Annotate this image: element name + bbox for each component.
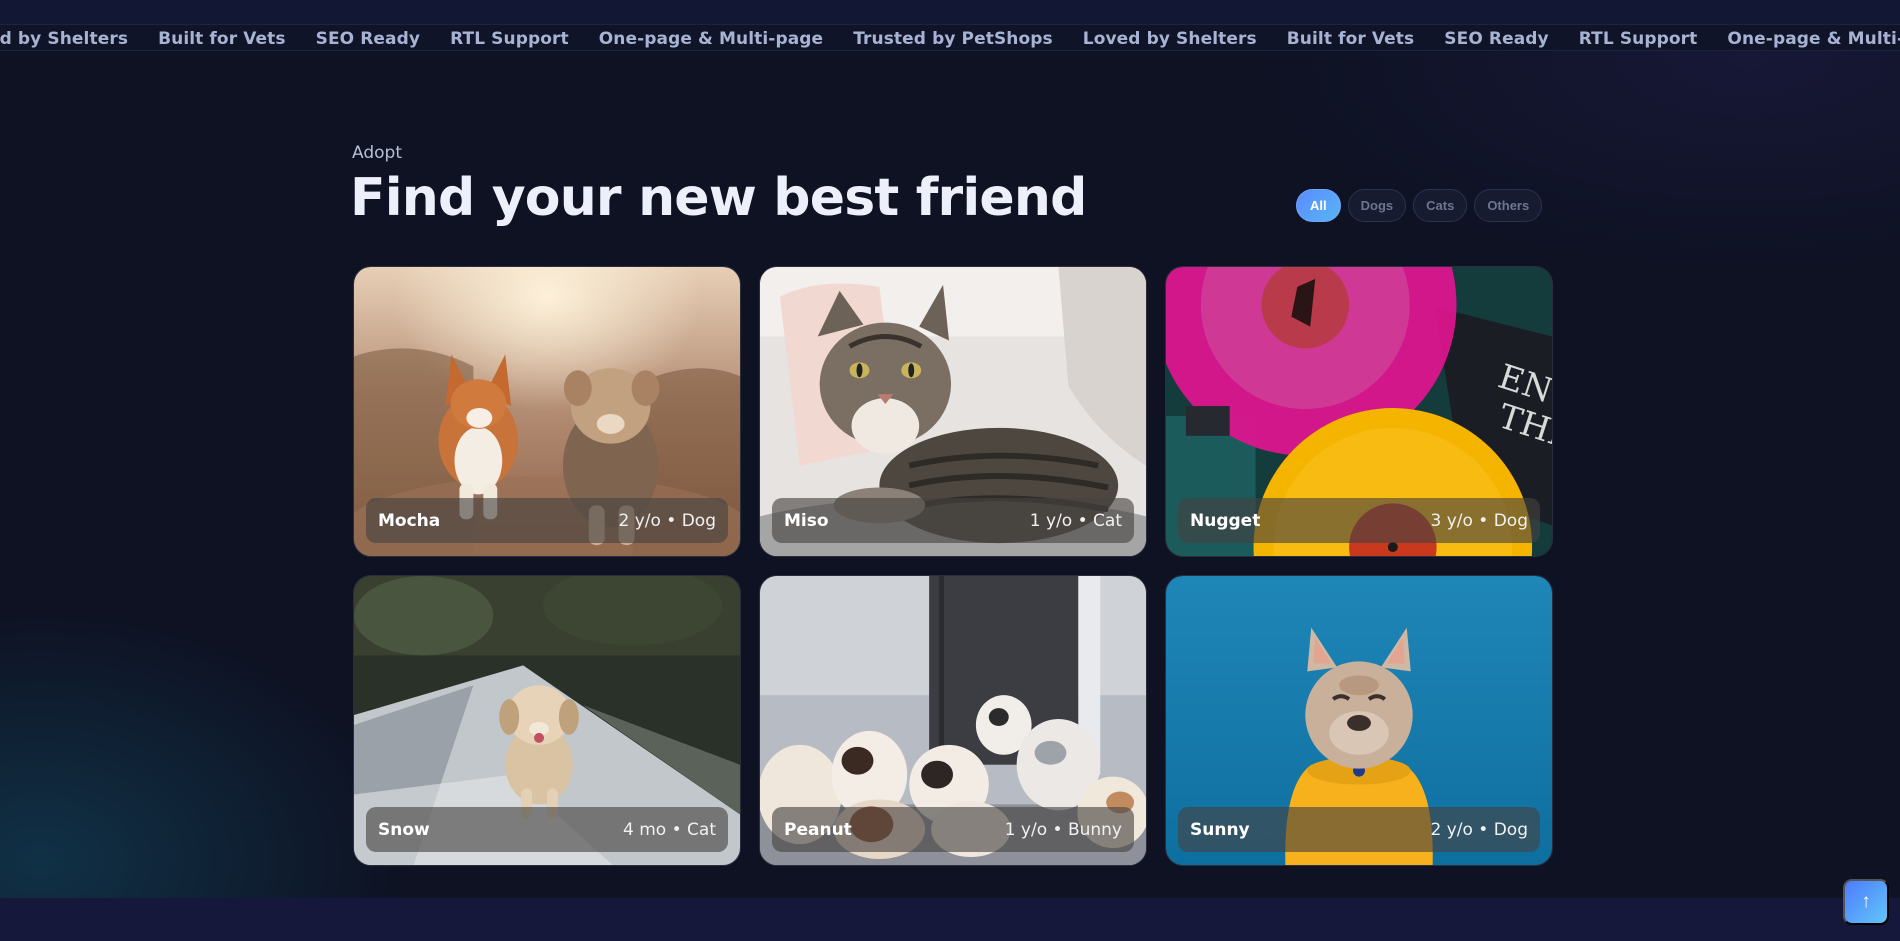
top-strip <box>0 0 1900 24</box>
pet-name: Miso <box>784 510 829 531</box>
pet-caption: Sunny 2 y/o • Dog <box>1178 807 1540 852</box>
marquee-item: Built for Vets <box>1286 28 1415 49</box>
section-eyebrow: Adopt <box>352 143 402 163</box>
pet-card-miso[interactable]: Miso 1 y/o • Cat <box>759 266 1147 557</box>
pet-meta: 1 y/o • Cat <box>1029 510 1122 531</box>
marquee-item: Built for Vets <box>158 28 286 49</box>
marquee-item: ed by Shelters <box>0 28 129 49</box>
page: ed by Shelters Built for Vets SEO Ready … <box>0 0 1900 941</box>
pet-card-sunny[interactable]: Sunny 2 y/o • Dog <box>1165 575 1553 866</box>
marquee-item: RTL Support <box>1578 28 1698 49</box>
filter-dogs[interactable]: Dogs <box>1347 189 1407 222</box>
pet-name: Snow <box>378 819 430 840</box>
pet-name: Mocha <box>378 510 441 531</box>
pet-caption: Peanut 1 y/o • Bunny <box>772 807 1134 852</box>
marquee-item: One-page & Multi-page <box>1727 28 1900 49</box>
pet-meta: 2 y/o • Dog <box>1430 819 1528 840</box>
feature-marquee: ed by Shelters Built for Vets SEO Ready … <box>0 24 1900 51</box>
pet-name: Nugget <box>1190 510 1261 531</box>
pet-caption: Snow 4 mo • Cat <box>366 807 728 852</box>
marquee-item: SEO Ready <box>1444 28 1549 49</box>
pet-card-mocha[interactable]: Mocha 2 y/o • Dog <box>353 266 741 557</box>
back-to-top-button[interactable]: ↑ <box>1843 879 1889 925</box>
pet-caption: Nugget 3 y/o • Dog <box>1178 498 1540 543</box>
marquee-item: Trusted by PetShops <box>853 28 1053 49</box>
pet-grid: Mocha 2 y/o • Dog Miso 1 y/o • Cat ENT T… <box>353 266 1553 866</box>
footer-band <box>0 898 1900 941</box>
pet-meta: 3 y/o • Dog <box>1430 510 1528 531</box>
pet-card-peanut[interactable]: Peanut 1 y/o • Bunny <box>759 575 1147 866</box>
pet-name: Peanut <box>784 819 852 840</box>
pet-card-nugget[interactable]: ENT THE Nugget 3 y/o • Dog <box>1165 266 1553 557</box>
filter-cats[interactable]: Cats <box>1413 189 1468 222</box>
pet-name: Sunny <box>1190 819 1250 840</box>
marquee-item: One-page & Multi-page <box>598 28 824 49</box>
marquee-item: Loved by Shelters <box>1082 28 1257 49</box>
pet-card-snow[interactable]: Snow 4 mo • Cat <box>353 575 741 866</box>
pet-meta: 2 y/o • Dog <box>618 510 716 531</box>
marquee-item: RTL Support <box>450 28 569 49</box>
marquee-track: ed by Shelters Built for Vets SEO Ready … <box>0 25 1900 50</box>
filter-others[interactable]: Others <box>1474 189 1543 222</box>
marquee-item: SEO Ready <box>315 28 421 49</box>
pet-caption: Mocha 2 y/o • Dog <box>366 498 728 543</box>
pet-meta: 4 mo • Cat <box>623 819 716 840</box>
pet-filter-group: All Dogs Cats Others <box>1296 189 1543 222</box>
section-title: Find your new best friend <box>350 168 1087 228</box>
filter-all[interactable]: All <box>1296 189 1341 222</box>
pet-caption: Miso 1 y/o • Cat <box>772 498 1134 543</box>
pet-meta: 1 y/o • Bunny <box>1004 819 1122 840</box>
